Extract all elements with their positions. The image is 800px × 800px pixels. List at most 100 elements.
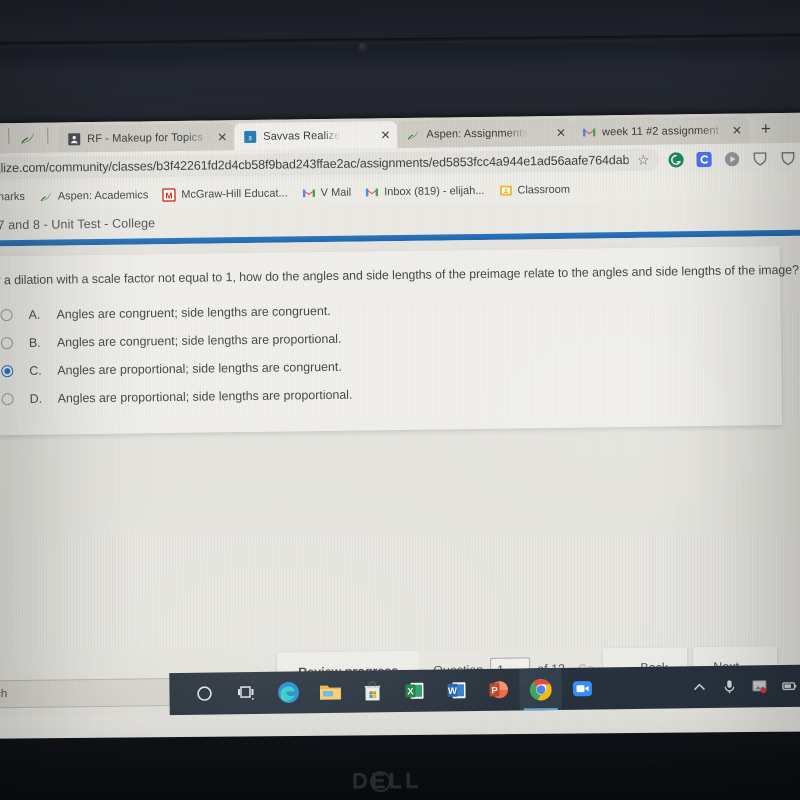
answer-choice-list: A. Angles are congruent; side lengths ar… [0,291,760,413]
browser-tab-2[interactable]: Aspen: Assignments ✕ [397,118,574,149]
radio-button-a[interactable] [0,308,13,321]
shield-extension-icon-2[interactable] [779,149,796,166]
webcam-icon [357,42,368,53]
bookmark-inbox[interactable]: Inbox (819) - elijah... [365,183,485,199]
bookmark-label: Inbox (819) - elijah... [384,184,485,198]
bookmark-star-icon[interactable]: ☆ [629,151,650,168]
choice-letter: B. [28,335,41,350]
choice-text: Angles are proportional; side lengths ar… [57,387,353,406]
browser-tab-0[interactable]: RF - Makeup for Topics 7 an ✕ [58,123,235,153]
show-hidden-icons-chevron-icon[interactable] [691,679,707,695]
leaf-icon [40,191,51,201]
tab-title: Savvas Realize [263,129,341,143]
svg-text:X: X [407,686,414,697]
browser-tab-3[interactable]: week 11 #2 assignment - re: ✕ [572,116,750,146]
svg-text:M: M [166,190,173,200]
system-tray [691,677,800,695]
play-extension-icon[interactable] [723,150,740,167]
mcgraw-hill-m-icon: M [162,187,177,202]
tab-close-button[interactable]: ✕ [556,125,566,139]
screenshot-tool-icon[interactable] [751,678,767,694]
tab-close-button[interactable]: ✕ [380,128,390,142]
bookmark-label: Classroom [517,183,571,196]
tab-title: Aspen: Assignments [426,126,529,141]
tabstrip-divider [8,128,10,145]
excel-icon: X [405,682,424,699]
microphone-icon[interactable] [721,679,737,695]
leaf-extension-icon[interactable] [19,128,37,146]
gmail-m-icon [366,187,379,196]
windows-taskbar: X W P [169,664,800,716]
microsoft-store-icon [364,681,381,701]
question-card: For a dilation with a scale factor not e… [0,246,799,436]
bookmark-aspen-academics[interactable]: Aspen: Academics [39,188,149,203]
assessment-body: For a dilation with a scale factor not e… [0,235,800,717]
browser-tab-1[interactable]: s Savvas Realize ✕ [234,121,398,151]
clever-icon[interactable] [695,150,712,167]
svg-text:s: s [248,132,252,142]
taskbar-item-file-explorer[interactable] [309,671,352,714]
google-classroom-icon [499,185,512,196]
dell-brand-logo: DELL [351,767,422,794]
taskbar-item-excel[interactable]: X [393,670,436,713]
svg-text:P: P [491,685,498,696]
radio-button-d[interactable] [1,392,14,405]
shield-extension-icon[interactable] [751,150,768,167]
taskbar-item-zoom[interactable] [561,667,604,710]
bookmark-label: McGraw-Hill Educat... [181,186,288,201]
windows-search-box[interactable]: earch [0,678,173,710]
bookmark-classroom[interactable]: Classroom [498,182,570,197]
extension-icons [659,149,800,168]
tab-title: week 11 #2 assignment - re: [601,124,726,138]
radio-button-c[interactable] [1,364,14,377]
taskbar-item-cortana-search[interactable] [183,672,226,715]
tab-close-button[interactable]: ✕ [217,130,227,144]
screen-content: RF - Makeup for Topics 7 an ✕ s Savvas R… [0,112,800,744]
choice-letter: C. [29,363,42,378]
word-icon: W [447,682,466,699]
bookmark-label: Aspen: Academics [57,188,149,202]
choice-letter: D. [29,391,43,406]
google-chrome-icon [529,678,552,700]
file-explorer-icon [319,685,342,700]
taskbar-item-microsoft-edge[interactable] [267,671,310,714]
battery-icon[interactable] [781,678,797,694]
leaf-icon [408,129,419,140]
svg-text:W: W [448,686,457,697]
task-view-icon [237,686,254,700]
gmail-m-icon [582,128,596,136]
choice-text: Angles are proportional; side lengths ar… [57,359,342,378]
choice-letter: A. [28,307,41,322]
taskbar-item-microsoft-store[interactable] [351,670,394,713]
tab-title: RF - Makeup for Topics 7 an [87,130,212,145]
grammarly-icon[interactable] [667,151,684,168]
aspen-doc-icon [68,132,81,145]
tabstrip-divider-2 [47,127,49,144]
tab-close-button[interactable]: ✕ [732,123,742,137]
cortana-search-icon [197,686,212,701]
microsoft-edge-icon [278,682,300,704]
bezel-seam [0,33,800,48]
zoom-icon [572,681,593,697]
bookmark-label: V Mail [320,186,352,199]
laptop-top-bezel [0,0,800,127]
laptop-screen-photo: RF - Makeup for Topics 7 an ✕ s Savvas R… [0,0,800,800]
bookmark-v-mail[interactable]: V Mail [302,185,352,200]
bookmark-mcgraw-hill[interactable]: M McGraw-Hill Educat... [162,186,288,202]
question-text: For a dilation with a scale factor not e… [0,262,799,288]
radio-button-b[interactable] [0,336,13,349]
taskbar-item-word[interactable]: W [435,669,478,712]
tabstrip-left-icons [0,127,58,153]
page-title: pics 7 and 8 - Unit Test - College [0,216,156,233]
windows-search-placeholder: earch [0,688,8,701]
choice-text: Angles are congruent; side lengths are c… [56,303,331,322]
savvas-s-icon: s [244,130,257,143]
powerpoint-icon: P [489,681,508,699]
address-bar-url: srealize.com/community/classes/b3f42261f… [0,153,630,176]
taskbar-item-google-chrome[interactable] [519,667,562,711]
bookmarks-overflow-label[interactable]: bookmarks [0,190,25,203]
taskbar-item-powerpoint[interactable]: P [477,668,520,711]
taskbar-item-task-view[interactable] [225,672,268,715]
new-tab-button[interactable]: + [749,119,783,143]
gmail-m-icon [302,188,315,197]
